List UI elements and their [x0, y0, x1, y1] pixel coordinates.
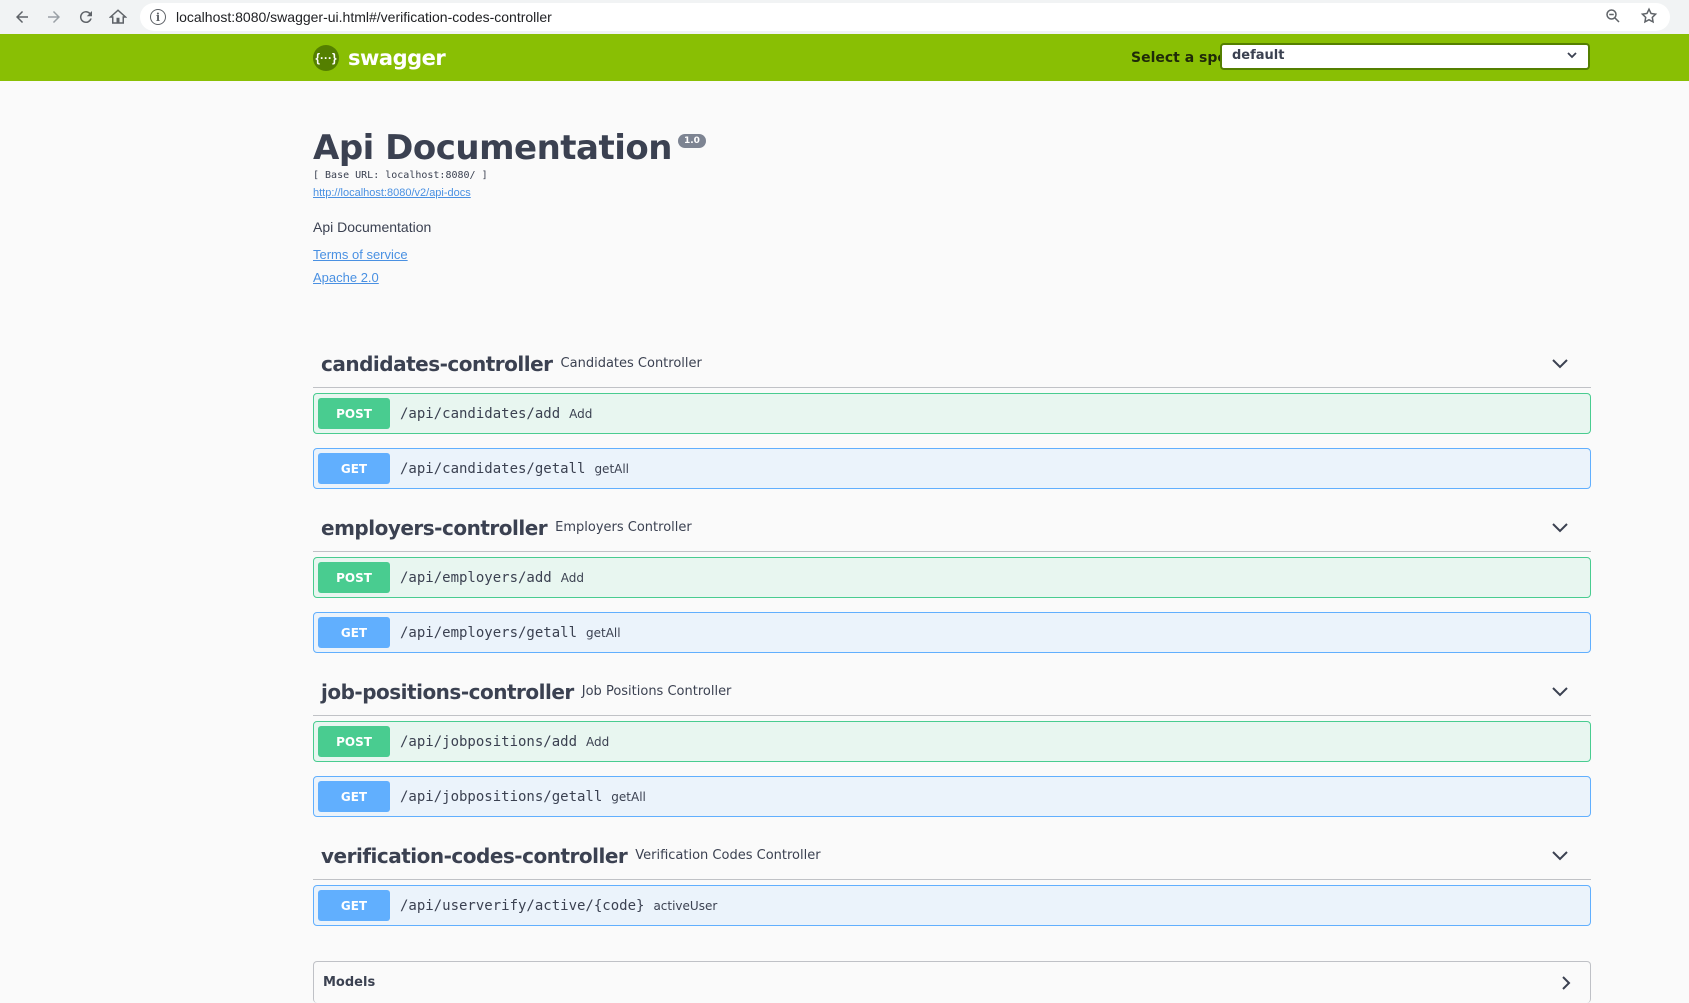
method-badge: POST	[318, 562, 390, 593]
section-header[interactable]: verification-codes-controller Verificati…	[313, 832, 1591, 880]
chevron-down-icon[interactable]	[1551, 520, 1569, 534]
chevron-down-icon[interactable]	[1551, 684, 1569, 698]
chevron-right-icon[interactable]	[1560, 975, 1572, 991]
method-badge: GET	[318, 890, 390, 921]
operation-summary: getAll	[586, 625, 621, 640]
operation-row[interactable]: POST /api/jobpositions/add Add	[313, 721, 1591, 762]
version-badge: 1.0	[677, 134, 706, 148]
operation-row[interactable]: POST /api/candidates/add Add	[313, 393, 1591, 434]
terms-of-service-link[interactable]: Terms of service	[313, 247, 1593, 262]
section-header[interactable]: job-positions-controller Job Positions C…	[313, 668, 1591, 716]
operation-path: /api/userverify/active/{code}	[400, 897, 645, 914]
operation-path: /api/candidates/getall	[400, 460, 586, 477]
address-bar[interactable]: i localhost:8080/swagger-ui.html#/verifi…	[140, 3, 1670, 31]
base-url: [ Base URL: localhost:8080/ ]	[313, 170, 488, 181]
method-badge: GET	[318, 781, 390, 812]
operation-row[interactable]: GET /api/employers/getall getAll	[313, 612, 1591, 653]
chevron-down-icon[interactable]	[1551, 848, 1569, 862]
section-name: job-positions-controller	[321, 679, 574, 704]
operation-row[interactable]: GET /api/jobpositions/getall getAll	[313, 776, 1591, 817]
method-badge: GET	[318, 453, 390, 484]
operation-summary: Add	[560, 570, 584, 585]
operation-row[interactable]: GET /api/userverify/active/{code} active…	[313, 885, 1591, 926]
page-title: Api Documentation	[313, 128, 672, 168]
section-header[interactable]: employers-controller Employers Controlle…	[313, 504, 1591, 552]
method-badge: GET	[318, 617, 390, 648]
url-text: localhost:8080/swagger-ui.html#/verifica…	[176, 9, 552, 25]
operation-path: /api/jobpositions/add	[400, 733, 578, 750]
swagger-logo-icon: {···}	[313, 45, 339, 71]
section-description: Candidates Controller	[560, 356, 702, 371]
operation-path: /api/jobpositions/getall	[400, 788, 603, 805]
reload-icon[interactable]	[70, 1, 102, 33]
section-job-positions-controller: job-positions-controller Job Positions C…	[313, 668, 1591, 817]
swagger-logo[interactable]: {···} swagger	[313, 45, 446, 71]
spec-select[interactable]: default	[1220, 43, 1590, 70]
operation-summary: getAll	[594, 461, 630, 476]
section-employers-controller: employers-controller Employers Controlle…	[313, 504, 1591, 653]
back-arrow-icon[interactable]	[6, 1, 38, 33]
section-name: candidates-controller	[321, 351, 553, 376]
bookmark-star-icon[interactable]	[1640, 7, 1658, 30]
operation-row[interactable]: POST /api/employers/add Add	[313, 557, 1591, 598]
operation-summary: getAll	[611, 789, 646, 804]
swagger-logo-text: swagger	[348, 46, 446, 70]
operation-summary: activeUser	[653, 898, 718, 913]
chevron-down-icon	[1567, 52, 1577, 59]
operation-path: /api/employers/getall	[400, 624, 578, 641]
models-section[interactable]: Models	[313, 961, 1591, 1003]
api-description: Api Documentation	[313, 219, 432, 235]
spec-select-value: default	[1232, 48, 1285, 63]
operation-path: /api/candidates/add	[400, 405, 561, 422]
method-badge: POST	[318, 398, 390, 429]
home-icon[interactable]	[102, 1, 134, 33]
operation-path: /api/employers/add	[400, 569, 552, 586]
method-badge: POST	[318, 726, 390, 757]
swagger-topbar: {···} swagger Select a spec default	[0, 34, 1689, 81]
chevron-down-icon[interactable]	[1551, 356, 1569, 370]
api-info: Api Documentation 1.0 [ Base URL: localh…	[313, 128, 1593, 285]
section-description: Verification Codes Controller	[635, 848, 821, 863]
forward-arrow-icon[interactable]	[38, 1, 70, 33]
section-name: employers-controller	[321, 515, 548, 540]
section-description: Employers Controller	[555, 520, 692, 535]
section-header[interactable]: candidates-controller Candidates Control…	[313, 340, 1591, 388]
operation-summary: Add	[569, 406, 593, 421]
models-title: Models	[323, 975, 376, 990]
section-description: Job Positions Controller	[581, 684, 732, 699]
browser-toolbar: i localhost:8080/swagger-ui.html#/verifi…	[0, 0, 1689, 34]
section-verification-codes-controller: verification-codes-controller Verificati…	[313, 832, 1591, 926]
operation-row[interactable]: GET /api/candidates/getall getAll	[313, 448, 1591, 489]
zoom-icon[interactable]	[1604, 7, 1622, 30]
site-info-icon[interactable]: i	[150, 9, 166, 25]
section-name: verification-codes-controller	[321, 843, 628, 868]
api-docs-link[interactable]: http://localhost:8080/v2/api-docs	[313, 187, 1593, 199]
operation-summary: Add	[586, 734, 610, 749]
section-candidates-controller: candidates-controller Candidates Control…	[313, 340, 1591, 489]
license-link[interactable]: Apache 2.0	[313, 270, 1593, 285]
